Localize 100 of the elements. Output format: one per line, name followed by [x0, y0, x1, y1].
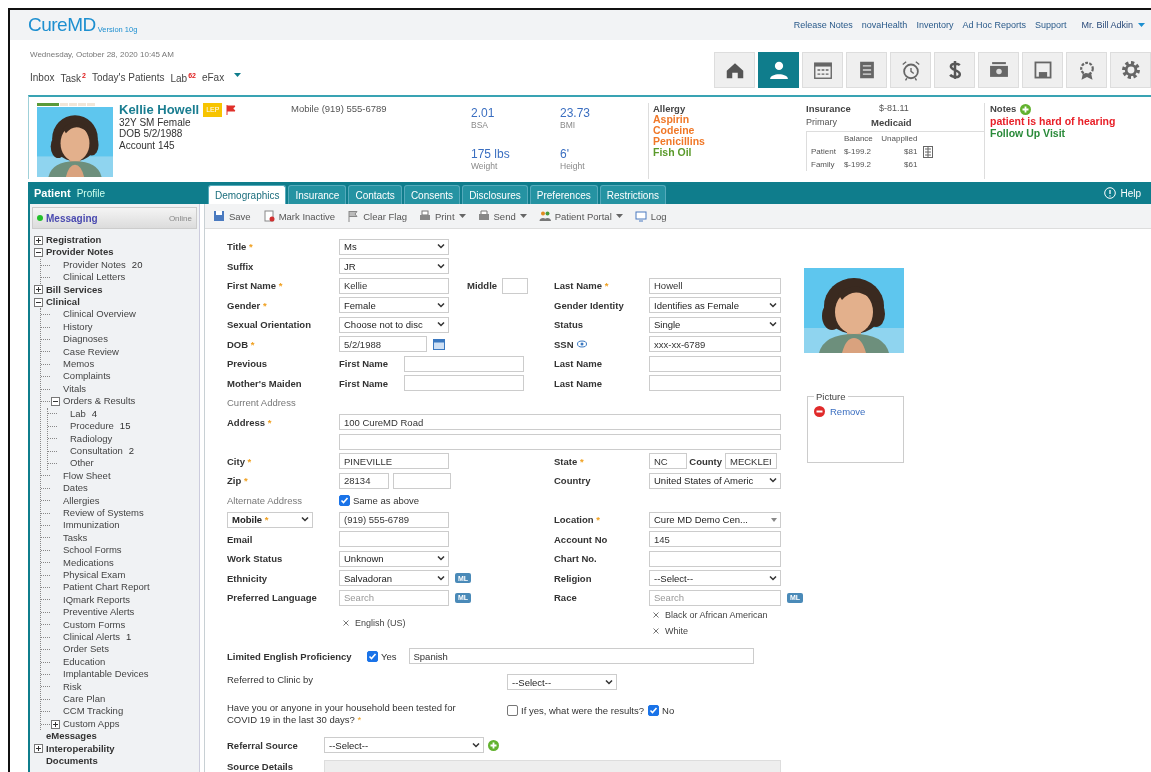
input-field[interactable] [393, 472, 451, 489]
tree-item[interactable]: Risk [63, 680, 82, 694]
alarm-button[interactable] [890, 52, 931, 88]
tree-item[interactable]: Other [70, 457, 94, 470]
input-field[interactable]: MECKLEI [725, 453, 777, 470]
nav-link[interactable]: Lab$^{62}$ [170, 72, 196, 85]
messaging-link[interactable]: Messaging [46, 212, 98, 224]
select-field[interactable]: Unknown [339, 550, 449, 567]
header-link[interactable]: novaHealth [861, 20, 908, 30]
tree-item[interactable]: Clinical [46, 296, 80, 309]
tree-item[interactable]: Education [63, 655, 106, 669]
tree-item[interactable]: Immunization [63, 519, 120, 532]
home-button[interactable] [714, 52, 755, 88]
toolbar-button[interactable]: Log [634, 210, 667, 222]
user-menu[interactable]: Mr. Bill Adkin [1081, 20, 1133, 30]
input-field[interactable]: 100 CureMD Road [339, 414, 781, 431]
expand-icon[interactable] [34, 285, 43, 295]
input-field[interactable] [339, 433, 781, 450]
tree-item[interactable]: Provider Notes [46, 246, 114, 259]
tree-item[interactable]: Documents [46, 755, 98, 768]
tree-item[interactable]: Custom Apps [63, 717, 120, 731]
tree-item[interactable]: IQmark Reports [63, 593, 131, 607]
tree-item[interactable]: eMessages [46, 730, 97, 743]
select-field[interactable]: United States of Americ [649, 472, 781, 489]
nav-link[interactable]: eFax [201, 72, 225, 83]
input-field[interactable] [649, 550, 781, 567]
header-link[interactable]: Ad Hoc Reports [962, 20, 1026, 30]
remove-link[interactable]: Remove [830, 406, 866, 417]
tree-item[interactable]: Registration [46, 234, 102, 247]
input-field[interactable]: PINEVILLE [339, 453, 449, 470]
tree-item[interactable]: Care Plan [63, 693, 106, 706]
tab[interactable]: Insurance [288, 185, 347, 204]
header-link[interactable]: Inventory [916, 20, 954, 30]
document-button[interactable] [846, 52, 887, 88]
checkbox[interactable] [339, 494, 350, 506]
select-field[interactable]: Single [649, 316, 781, 333]
gear-button[interactable] [1110, 52, 1151, 88]
input-field[interactable]: xxx-xx-6789 [649, 336, 781, 353]
phone-type-select[interactable]: Mobile * [227, 511, 313, 528]
select-field[interactable]: --Select-- [507, 674, 617, 690]
expand-icon[interactable] [51, 719, 60, 729]
collapse-icon[interactable] [34, 297, 43, 307]
tree-item[interactable]: Clinical Alerts [63, 631, 121, 644]
tab[interactable]: Consents [403, 185, 461, 204]
tree-item[interactable]: Consultation [70, 444, 123, 458]
input-field[interactable] [649, 355, 781, 372]
tab[interactable]: Demographics [208, 185, 287, 204]
tree-item[interactable]: Preventive Alerts [63, 606, 135, 619]
input-field[interactable]: NC [649, 453, 687, 470]
tree-item[interactable]: Flow Sheet [63, 469, 111, 483]
select-field[interactable]: Identifies as Female [649, 297, 781, 314]
select-field[interactable]: --Select-- [649, 570, 781, 587]
toolbar-button[interactable]: Print [419, 210, 466, 222]
expand-icon[interactable] [34, 744, 43, 754]
input-field[interactable]: 5/2/1988 [339, 336, 427, 353]
tree-item[interactable]: Interoperability [46, 742, 115, 756]
input-field[interactable]: Spanish [408, 648, 754, 665]
checkbox[interactable] [367, 650, 378, 662]
badge-button[interactable] [1066, 52, 1107, 88]
tree-item[interactable]: Vitals [63, 382, 87, 396]
input-field[interactable] [649, 375, 781, 392]
tree-item[interactable]: CCM Tracking [63, 705, 124, 718]
header-link[interactable]: Release Notes [793, 20, 853, 30]
tree-item[interactable]: Clinical Overview [63, 308, 136, 321]
tab[interactable]: Contacts [348, 185, 402, 204]
nav-link[interactable]: Today's Patients [91, 72, 165, 83]
tree-item[interactable]: Physical Exam [63, 568, 126, 582]
input-field[interactable]: Howell [649, 277, 781, 294]
input-field[interactable] [404, 375, 524, 392]
toolbar-button[interactable]: Save [213, 210, 251, 222]
nav-link[interactable]: Task$^{2}$ [60, 72, 86, 85]
combo-field[interactable]: Cure MD Demo Cen... [649, 511, 781, 528]
toolbar-button[interactable]: Send [477, 210, 527, 222]
tree-item[interactable]: Dates [63, 482, 88, 495]
tree-item[interactable]: Order Sets [63, 643, 109, 656]
tree-item[interactable]: Diagnoses [63, 333, 108, 346]
input-field[interactable] [339, 531, 449, 548]
calendar-button[interactable] [802, 52, 843, 88]
collapse-icon[interactable] [51, 397, 60, 406]
select-field[interactable]: Female [339, 297, 449, 314]
tree-item[interactable]: Provider Notes [63, 258, 126, 272]
checkbox[interactable] [648, 704, 660, 716]
tree-item[interactable]: Radiology [70, 432, 113, 445]
patient-name[interactable]: Kellie Howell [119, 104, 200, 116]
help-link[interactable]: Help [1120, 187, 1141, 199]
toolbar-button[interactable]: Patient Portal [538, 210, 623, 222]
checkbox[interactable] [507, 704, 518, 716]
tree-item[interactable]: Clinical Letters [63, 271, 126, 284]
dollar-button[interactable] [934, 52, 975, 88]
header-link[interactable]: Support [1034, 20, 1067, 30]
select-field[interactable]: Ms [339, 238, 449, 255]
expand-icon[interactable] [34, 235, 43, 245]
tab[interactable]: Preferences [529, 185, 598, 204]
select-field[interactable]: JR [339, 258, 449, 275]
input-field[interactable]: 28134 [339, 472, 389, 489]
input-field[interactable]: Kellie [339, 277, 449, 294]
select-field[interactable]: --Select-- [324, 737, 484, 754]
input-field[interactable]: Search [649, 589, 781, 606]
input-field[interactable]: 145 [649, 531, 781, 548]
input-field[interactable]: (919) 555-6789 [339, 511, 449, 528]
